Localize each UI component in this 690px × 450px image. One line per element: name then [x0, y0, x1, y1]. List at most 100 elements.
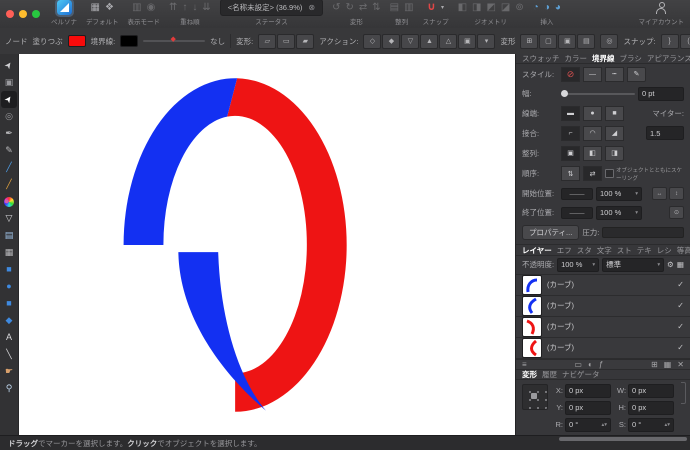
artboard-tool[interactable]: ▣ [1, 74, 17, 91]
cap-round-button[interactable]: ● [583, 106, 602, 121]
polygon-tool[interactable]: ◆ [1, 312, 17, 329]
layer-visibility-check-icon[interactable]: ✓ [677, 343, 684, 352]
pixel-view-icon[interactable]: ◉ [147, 3, 156, 13]
height-field[interactable]: 0 px [628, 401, 674, 415]
tab-transform[interactable]: 変形 [522, 369, 537, 380]
designer-persona-icon[interactable] [57, 0, 72, 15]
action-smooth-button[interactable]: ▽ [401, 34, 419, 49]
pencil-tool[interactable]: ✎ [1, 142, 17, 159]
stroke-style-brush-button[interactable]: ✎ [627, 67, 646, 82]
blend-ranges-icon[interactable]: ▦ [677, 260, 684, 269]
end-arrowhead-dropdown[interactable]: —— [561, 207, 593, 219]
link-dimensions-toggle[interactable] [681, 382, 686, 404]
boolean-combine-icon[interactable]: ⊚ [515, 3, 523, 13]
order-behind-button[interactable]: ⇅ [561, 166, 580, 181]
stroke-style-dash-button[interactable]: ┅ [605, 67, 624, 82]
shear-field[interactable]: 0 °▴▾ [628, 418, 674, 432]
group-layers-icon[interactable]: ▦ [664, 360, 672, 369]
fill-color-swatch[interactable] [68, 35, 86, 47]
swatch-grid-icon[interactable]: ▦ [91, 3, 100, 13]
stroke-width-panel-slider[interactable] [561, 93, 635, 95]
snapping-options-chevron-icon[interactable]: ▾ [441, 5, 444, 11]
tab-layers[interactable]: レイヤー [522, 245, 552, 256]
send-backward-icon[interactable]: ↓ [192, 3, 197, 13]
mask-layer-icon[interactable]: ▭ [574, 360, 582, 369]
action-break-curve-button[interactable]: ◇ [363, 34, 381, 49]
stroke-style-solid-button[interactable]: — [583, 67, 602, 82]
crop-tool[interactable]: ▦ [1, 244, 17, 261]
bring-to-front-icon[interactable]: ⇈ [169, 3, 177, 13]
convert-to-shape-button[interactable]: ▰ [296, 34, 314, 49]
tab-stock[interactable]: スト [617, 245, 632, 256]
transform-mode-expand-button[interactable]: ⊞ [520, 34, 538, 49]
transform-mode-box-button[interactable]: ▢ [539, 34, 557, 49]
convert-to-line-button[interactable]: ▭ [277, 34, 295, 49]
layer-effects-icon[interactable]: ƒ [599, 360, 603, 369]
stroke-width-field[interactable]: 0 pt [638, 87, 684, 101]
vector-brush-tool[interactable]: ╱ [1, 176, 17, 193]
boolean-add-icon[interactable]: ◧ [458, 3, 467, 13]
pressure-profile-well[interactable] [602, 227, 684, 238]
panel-resize-grip[interactable] [559, 437, 687, 441]
stroke-none-label[interactable]: なし [210, 36, 225, 47]
action-sharp-button[interactable]: ▲ [420, 34, 438, 49]
tab-character[interactable]: 文字 [597, 245, 612, 256]
layer-row[interactable]: (カーブ) ✓ [516, 296, 690, 317]
start-scale-field[interactable]: 100 %▾ [596, 187, 642, 201]
transparency-tool[interactable]: ▽ [1, 210, 17, 227]
ellipse-tool[interactable]: ● [1, 278, 17, 295]
layer-row[interactable]: (カーブ) ✓ [516, 275, 690, 296]
align-outside-button[interactable]: ◨ [605, 146, 624, 161]
tab-navigator[interactable]: ナビゲータ [562, 369, 600, 380]
snap-to-geometry-button[interactable]: } [661, 34, 679, 49]
color-picker-tool[interactable]: ╲ [1, 346, 17, 363]
close-document-icon[interactable]: ⊗ [308, 3, 315, 12]
y-position-field[interactable]: 0 px [565, 401, 611, 415]
red-ribbon-path[interactable] [227, 78, 347, 411]
point-transform-tool[interactable]: ◎ [1, 108, 17, 125]
tab-appearance[interactable]: アピアランス [647, 54, 690, 64]
miter-limit-field[interactable]: 1.5 [646, 126, 684, 140]
stroke-color-swatch[interactable] [120, 35, 138, 47]
rectangle-tool[interactable]: ■ [1, 261, 17, 278]
zoom-window-button[interactable] [32, 10, 40, 18]
flip-horizontal-icon[interactable]: ⇄ [359, 3, 367, 13]
send-to-back-icon[interactable]: ⇊ [202, 3, 210, 13]
x-position-field[interactable]: 0 px [565, 384, 611, 398]
tab-styles[interactable]: スタ [577, 245, 592, 256]
pen-tool[interactable]: ✒ [1, 125, 17, 142]
transform-mode-texture-button[interactable]: ▤ [577, 34, 595, 49]
bring-forward-icon[interactable]: ↑ [182, 3, 187, 13]
delete-layer-icon[interactable]: ✕ [677, 360, 684, 369]
boolean-divide-icon[interactable]: ◪ [501, 3, 510, 13]
rotation-field[interactable]: 0 °▴▾ [565, 418, 611, 432]
tab-color[interactable]: カラー [565, 54, 588, 64]
insert-inside-icon[interactable]: ◔ [533, 3, 539, 13]
start-arrowhead-dropdown[interactable]: —— [561, 188, 593, 200]
opacity-field[interactable]: 100 %▾ [557, 258, 599, 272]
tab-brushes[interactable]: ブラシ [620, 54, 642, 64]
transform-mode-fill-button[interactable]: ▣ [558, 34, 576, 49]
adjustment-layer-icon[interactable]: ◐ [588, 360, 593, 369]
layer-visibility-check-icon[interactable]: ✓ [677, 322, 684, 331]
action-reverse-button[interactable]: ▣ [458, 34, 476, 49]
dash-properties-button[interactable]: プロパティ... [522, 225, 579, 240]
snapping-magnet-icon[interactable]: ∪ [427, 2, 436, 13]
artistic-text-tool[interactable]: A [1, 329, 17, 346]
paint-brush-tool[interactable]: ╱ [1, 159, 17, 176]
order-front-button[interactable]: ⇄ [583, 166, 602, 181]
join-round-button[interactable]: ◠ [583, 126, 602, 141]
anchor-point-selector[interactable] [522, 384, 548, 410]
layer-visibility-check-icon[interactable]: ✓ [677, 301, 684, 310]
blend-mode-dropdown[interactable]: 標準▾ [602, 258, 664, 272]
align-vertical-icon[interactable]: ▥ [404, 3, 413, 13]
action-more-chevron-icon[interactable]: ▾ [477, 34, 495, 49]
tab-effects[interactable]: エフ [557, 245, 572, 256]
my-account-icon[interactable] [656, 2, 666, 13]
join-bevel-button[interactable]: ◢ [605, 126, 624, 141]
mirror-arrowheads-button[interactable]: ↕ [669, 187, 684, 200]
tab-constraints[interactable]: レシ [657, 245, 672, 256]
rotate-right-icon[interactable]: ↻ [345, 3, 353, 13]
align-horizontal-icon[interactable]: ▤ [390, 3, 399, 13]
transform-origin-button[interactable]: ◎ [600, 34, 618, 49]
